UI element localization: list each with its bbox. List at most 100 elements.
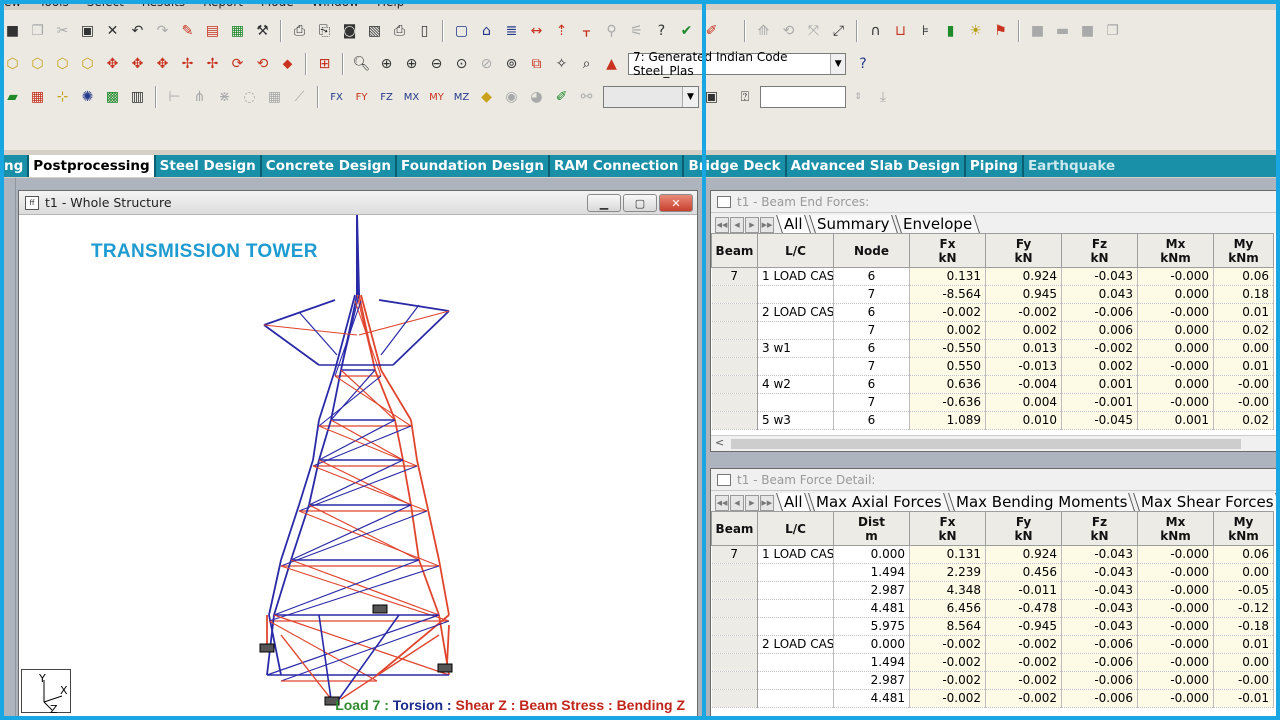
mode-tab[interactable]: Steel Design	[156, 155, 262, 177]
undo-icon[interactable]: ↶	[127, 20, 149, 42]
tab-nav-arrow-icon[interactable]: ◀◀	[715, 217, 729, 233]
rotate-y-icon[interactable]: ✥	[127, 53, 149, 75]
menu-item[interactable]: Mode	[261, 0, 294, 10]
sun-icon[interactable]: ☀	[965, 20, 987, 42]
column-header[interactable]: Fx kN	[909, 511, 986, 546]
pan-icon[interactable]: ⤧	[803, 20, 825, 42]
table-row[interactable]: 7 -8.564 0.945 0.043 0.000 0.18	[711, 285, 1274, 304]
zoom-in-icon[interactable]: ⊕	[401, 53, 423, 75]
beam-end-forces-window[interactable]: t1 - Beam End Forces: ◀◀ ◀ ▶ ▶▶ All Summary En…	[710, 190, 1280, 452]
beam-force-detail-titlebar[interactable]: t1 - Beam Force Detail:	[711, 469, 1279, 491]
scroll-thumb[interactable]	[731, 439, 1241, 449]
load-case-dropdown[interactable]: 7: Generated Indian Code Steel_Plas ▼	[628, 50, 846, 78]
node-icon[interactable]: ᚁ	[576, 20, 598, 42]
help-icon[interactable]: ?	[651, 20, 673, 42]
my-icon[interactable]: MY	[426, 86, 448, 108]
column-header[interactable]: Mx kNm	[1137, 233, 1214, 268]
arch-icon[interactable]: ∩	[865, 20, 887, 42]
view-top-icon[interactable]: ⬡	[77, 53, 99, 75]
disk-gray-icon[interactable]: ■	[1077, 20, 1099, 42]
align-icon[interactable]: ⊧	[915, 20, 937, 42]
tab-nav-arrow-icon[interactable]: ◀◀	[715, 495, 729, 511]
table-row[interactable]: 2 LOAD CAS 6 -0.002 -0.002 -0.006 -0.000 0.01	[711, 303, 1274, 322]
table-row[interactable]: 2 LOAD CAS 0.000 -0.002 -0.002 -0.006 -0.000 0…	[711, 635, 1274, 654]
help-query-icon[interactable]: ?	[852, 53, 874, 75]
column-header[interactable]: L/C	[757, 511, 834, 546]
tab-nav-arrow-icon[interactable]: ▶	[745, 217, 759, 233]
column-header[interactable]: Node	[833, 233, 910, 268]
tab-nav-arrow-icon[interactable]: ◀	[729, 495, 744, 511]
column-header[interactable]: Fz kN	[1061, 233, 1138, 268]
menu-item[interactable]: Window	[312, 0, 359, 10]
tower-model-drawing[interactable]	[19, 215, 699, 720]
table-row[interactable]: 1.494 2.239 0.456 -0.043 -0.000 0.00	[711, 563, 1274, 582]
mode-tab[interactable]: Bridge Deck	[684, 155, 787, 177]
table-tab[interactable]: Max Bending Moments	[948, 493, 1136, 511]
table-row[interactable]: 2.987 -0.002 -0.002 -0.006 -0.000 -0.00	[711, 671, 1274, 690]
fy-icon[interactable]: FY	[351, 86, 373, 108]
shade-icon[interactable]: ◉	[501, 86, 523, 108]
search-icon[interactable]: ⌕	[576, 53, 598, 75]
mode-tab[interactable]: Piping	[966, 155, 1024, 177]
view-side-icon[interactable]: ⬡	[52, 53, 74, 75]
zoom-icon[interactable]: 🔍︎	[351, 53, 373, 75]
open-gray-icon[interactable]: ▬	[1052, 20, 1074, 42]
spin-x-icon[interactable]: ✢	[177, 53, 199, 75]
menu-item[interactable]: Help	[377, 0, 404, 10]
mode-tab[interactable]: Advanced Slab Design	[787, 155, 966, 177]
table-row[interactable]: 71 LOAD CAS 0.000 0.131 0.924 -0.043 -0.000 0.…	[711, 545, 1274, 564]
table-row[interactable]: 7 0.002 0.002 0.006 0.000 0.02	[711, 321, 1274, 340]
grid-select-icon[interactable]: ▦	[27, 86, 49, 108]
rotate-x-icon[interactable]: ✥	[102, 53, 124, 75]
hook-icon[interactable]: ⚯	[576, 86, 598, 108]
report-icon[interactable]: ▤	[202, 20, 224, 42]
scale-input[interactable]	[759, 86, 846, 108]
print-icon[interactable]: ⎙	[289, 20, 311, 42]
spin-cw-icon[interactable]: ⟲	[252, 53, 274, 75]
column-header[interactable]: L/C	[757, 233, 834, 268]
mode-tab[interactable]: Earthquake	[1024, 155, 1119, 177]
mesh-icon[interactable]: ▩	[102, 86, 124, 108]
tab-nav-arrow-icon[interactable]: ▶	[744, 495, 759, 511]
structure-viewport-window[interactable]: ff t1 - Whole Structure ▁ ▢ ✕ TRANSMISSI…	[18, 190, 698, 720]
tab-nav-arrow-icon[interactable]: ▶▶	[759, 495, 774, 511]
spin-y-icon[interactable]: ✢	[202, 53, 224, 75]
structure-icon[interactable]: ⌂	[476, 20, 498, 42]
spin-z-icon[interactable]: ⟳	[227, 53, 249, 75]
cut-icon[interactable]: ✂	[52, 20, 74, 42]
spinner-icon[interactable]: ⇕	[847, 86, 869, 108]
menu-item[interactable]: Tools	[39, 0, 69, 10]
beam-gray-icon[interactable]: ⊢	[164, 86, 186, 108]
grid-icon[interactable]: ▦	[227, 20, 249, 42]
column-header[interactable]: Mx kNm	[1137, 511, 1214, 546]
download-icon[interactable]: ⤓	[872, 86, 894, 108]
paste-icon[interactable]: ▣	[77, 20, 99, 42]
column-header[interactable]: My kNm	[1213, 233, 1274, 268]
print-preview-icon[interactable]: ⎘	[314, 20, 336, 42]
table-tab[interactable]: All	[775, 493, 811, 511]
table-tab[interactable]: Envelope	[895, 215, 981, 233]
plate-gray-icon[interactable]: ▦	[264, 86, 286, 108]
camera-icon[interactable]: ◙	[339, 20, 361, 42]
table-row[interactable]: 7 -0.636 0.004 -0.001 -0.000 -0.00	[711, 393, 1274, 412]
maximize-button[interactable]: ▢	[623, 194, 657, 212]
table-row[interactable]: 4.481 -0.002 -0.002 -0.006 -0.000 -0.01	[711, 689, 1274, 708]
fx-icon[interactable]: FX	[326, 86, 348, 108]
curve-gray-icon[interactable]: ◌	[239, 86, 261, 108]
beam-force-detail-table[interactable]: Beam L/C Dist m Fx kN Fy kN Fz kN Mx kNm My kNm…	[711, 511, 1274, 708]
stress-icon[interactable]: ◆	[476, 86, 498, 108]
table-row[interactable]: 4.481 6.456 -0.478 -0.043 -0.000 -0.12	[711, 599, 1274, 618]
save-gray-icon[interactable]: ■	[1027, 20, 1049, 42]
delete-icon[interactable]: ✕	[102, 20, 124, 42]
tab-nav-arrow-icon[interactable]: ◀	[730, 217, 744, 233]
member-icon[interactable]: ⚟	[626, 20, 648, 42]
check-icon[interactable]: ✔	[676, 20, 698, 42]
result-type-dropdown[interactable]: ▼	[603, 86, 699, 108]
pick-icon[interactable]: ✐	[551, 86, 573, 108]
scroll-left-icon[interactable]: <	[715, 436, 724, 449]
redo-icon[interactable]: ↷	[152, 20, 174, 42]
zoom-prev-icon[interactable]: ⊙	[451, 53, 473, 75]
save-icon[interactable]: ■	[2, 20, 24, 42]
horizontal-scrollbar[interactable]: <	[711, 435, 1279, 451]
monitor-icon[interactable]: ▣	[701, 86, 723, 108]
